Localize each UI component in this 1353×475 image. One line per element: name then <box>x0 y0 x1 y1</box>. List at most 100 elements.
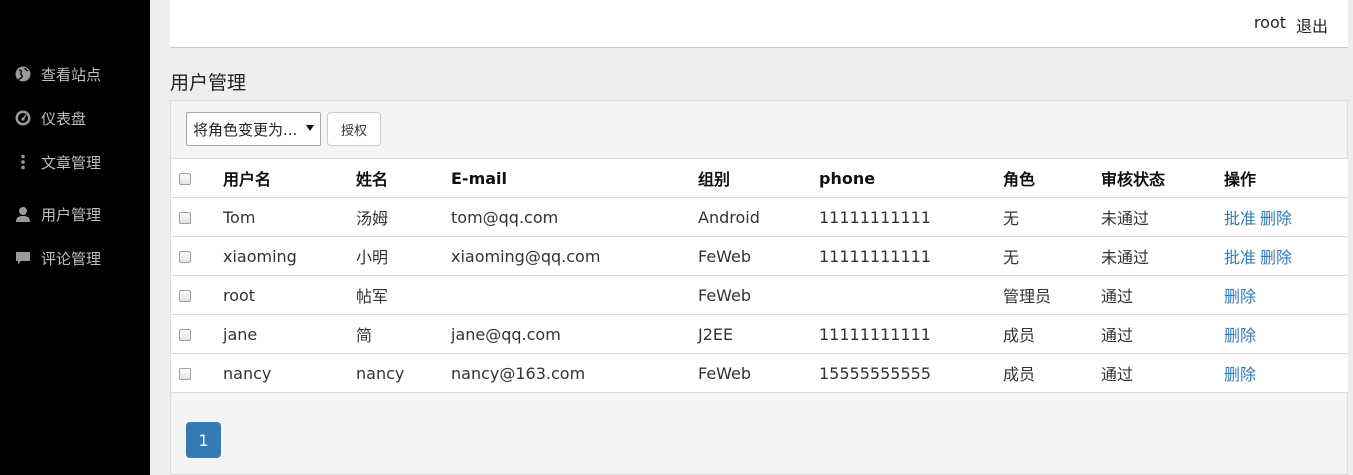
current-user: root <box>1253 13 1286 32</box>
column-header: 操作 <box>1224 158 1348 198</box>
sidebar-item-label: 查看站点 <box>41 65 102 84</box>
table-row: jane 简 jane@qq.com J2EE 11111111111 成员 通… <box>171 314 1348 354</box>
role-cell: 无 <box>1003 236 1101 276</box>
column-header[interactable]: 审核状态 <box>1101 158 1224 198</box>
sidebar-item-label: 仪表盘 <box>41 109 87 128</box>
name-cell: 小明 <box>356 236 451 276</box>
delete-link[interactable]: 删除 <box>1260 248 1292 267</box>
table-row: root 帖军 FeWeb 管理员 通过 删除 <box>171 275 1348 315</box>
email-cell: nancy@163.com <box>451 353 698 393</box>
role-select-value: 将角色变更为... <box>193 120 298 139</box>
role-cell: 无 <box>1003 197 1101 237</box>
phone-cell: 15555555555 <box>819 353 1003 393</box>
column-header[interactable]: 角色 <box>1003 158 1101 198</box>
approve-link[interactable]: 批准 <box>1224 209 1256 228</box>
table-row: nancy nancy nancy@163.com FeWeb 15555555… <box>171 353 1348 393</box>
column-header[interactable]: 组别 <box>698 158 819 198</box>
users-panel: 将角色变更为... 授权 用户名 姓名 E-mail 组别 phone 角色 审… <box>170 100 1348 475</box>
user-icon <box>14 205 32 223</box>
group-cell: FeWeb <box>698 275 819 315</box>
column-header[interactable]: E-mail <box>451 158 698 198</box>
role-select[interactable]: 将角色变更为... <box>186 112 321 146</box>
group-cell: FeWeb <box>698 236 819 276</box>
row-checkbox[interactable] <box>179 329 191 341</box>
row-checkbox-cell <box>171 353 223 393</box>
sidebar-item-label: 用户管理 <box>41 205 102 224</box>
table-row: xiaoming 小明 xiaoming@qq.com FeWeb 111111… <box>171 236 1348 276</box>
dashboard-icon <box>14 109 32 127</box>
row-checkbox[interactable] <box>179 212 191 224</box>
sidebar-item-view-site[interactable]: 查看站点 <box>14 62 101 86</box>
actions-cell: 批准 删除 <box>1224 197 1348 237</box>
sidebar: 查看站点 仪表盘 文章管理 用户管理 评论管理 <box>0 0 150 475</box>
email-cell: tom@qq.com <box>451 197 698 237</box>
row-checkbox[interactable] <box>179 251 191 263</box>
toolbar: 将角色变更为... 授权 <box>186 112 381 146</box>
username-cell: root <box>223 275 356 315</box>
comment-icon <box>14 249 32 267</box>
name-cell: 汤姆 <box>356 197 451 237</box>
status-cell: 通过 <box>1101 314 1224 354</box>
sidebar-item-label: 文章管理 <box>41 153 102 172</box>
email-cell: xiaoming@qq.com <box>451 236 698 276</box>
username-cell: nancy <box>223 353 356 393</box>
phone-cell: 11111111111 <box>819 197 1003 237</box>
table-header-row: 用户名 姓名 E-mail 组别 phone 角色 审核状态 操作 <box>171 158 1348 198</box>
table-row: Tom 汤姆 tom@qq.com Android 11111111111 无 … <box>171 197 1348 237</box>
phone-cell: 11111111111 <box>819 236 1003 276</box>
column-header[interactable]: phone <box>819 158 1003 198</box>
select-all-cell <box>171 158 223 198</box>
delete-link[interactable]: 删除 <box>1260 209 1292 228</box>
column-header[interactable]: 用户名 <box>223 158 356 198</box>
row-checkbox[interactable] <box>179 290 191 302</box>
caret-down-icon <box>306 125 314 131</box>
more-vertical-icon <box>14 153 32 171</box>
actions-cell: 删除 <box>1224 353 1348 393</box>
row-checkbox-cell <box>171 275 223 315</box>
top-bar: root 退出 <box>170 0 1348 48</box>
name-cell: 帖军 <box>356 275 451 315</box>
actions-cell: 删除 <box>1224 275 1348 315</box>
sidebar-item-label: 评论管理 <box>41 249 102 268</box>
sidebar-item-comments[interactable]: 评论管理 <box>14 246 101 270</box>
delete-link[interactable]: 删除 <box>1224 365 1256 384</box>
sidebar-item-articles[interactable]: 文章管理 <box>14 150 101 174</box>
username-cell: jane <box>223 314 356 354</box>
actions-cell: 删除 <box>1224 314 1348 354</box>
row-checkbox-cell <box>171 236 223 276</box>
sidebar-item-users[interactable]: 用户管理 <box>14 202 101 226</box>
row-checkbox-cell <box>171 314 223 354</box>
status-cell: 未通过 <box>1101 197 1224 237</box>
name-cell: nancy <box>356 353 451 393</box>
email-cell <box>451 275 698 315</box>
logout-link[interactable]: 退出 <box>1296 13 1328 37</box>
page-title: 用户管理 <box>170 72 247 94</box>
email-cell: jane@qq.com <box>451 314 698 354</box>
actions-cell: 批准 删除 <box>1224 236 1348 276</box>
users-table: 用户名 姓名 E-mail 组别 phone 角色 审核状态 操作 Tom 汤姆… <box>171 158 1348 393</box>
globe-icon <box>14 65 32 83</box>
role-cell: 成员 <box>1003 314 1101 354</box>
username-cell: xiaoming <box>223 236 356 276</box>
sidebar-item-dashboard[interactable]: 仪表盘 <box>14 106 86 130</box>
group-cell: Android <box>698 197 819 237</box>
name-cell: 简 <box>356 314 451 354</box>
grant-button[interactable]: 授权 <box>327 112 381 146</box>
page-button-current[interactable]: 1 <box>186 422 221 458</box>
phone-cell <box>819 275 1003 315</box>
role-cell: 管理员 <box>1003 275 1101 315</box>
approve-link[interactable]: 批准 <box>1224 248 1256 267</box>
role-cell: 成员 <box>1003 353 1101 393</box>
delete-link[interactable]: 删除 <box>1224 326 1256 345</box>
row-checkbox[interactable] <box>179 368 191 380</box>
status-cell: 通过 <box>1101 275 1224 315</box>
phone-cell: 11111111111 <box>819 314 1003 354</box>
status-cell: 通过 <box>1101 353 1224 393</box>
select-all-checkbox[interactable] <box>179 173 191 185</box>
row-checkbox-cell <box>171 197 223 237</box>
delete-link[interactable]: 删除 <box>1224 287 1256 306</box>
username-cell: Tom <box>223 197 356 237</box>
group-cell: FeWeb <box>698 353 819 393</box>
column-header[interactable]: 姓名 <box>356 158 451 198</box>
group-cell: J2EE <box>698 314 819 354</box>
